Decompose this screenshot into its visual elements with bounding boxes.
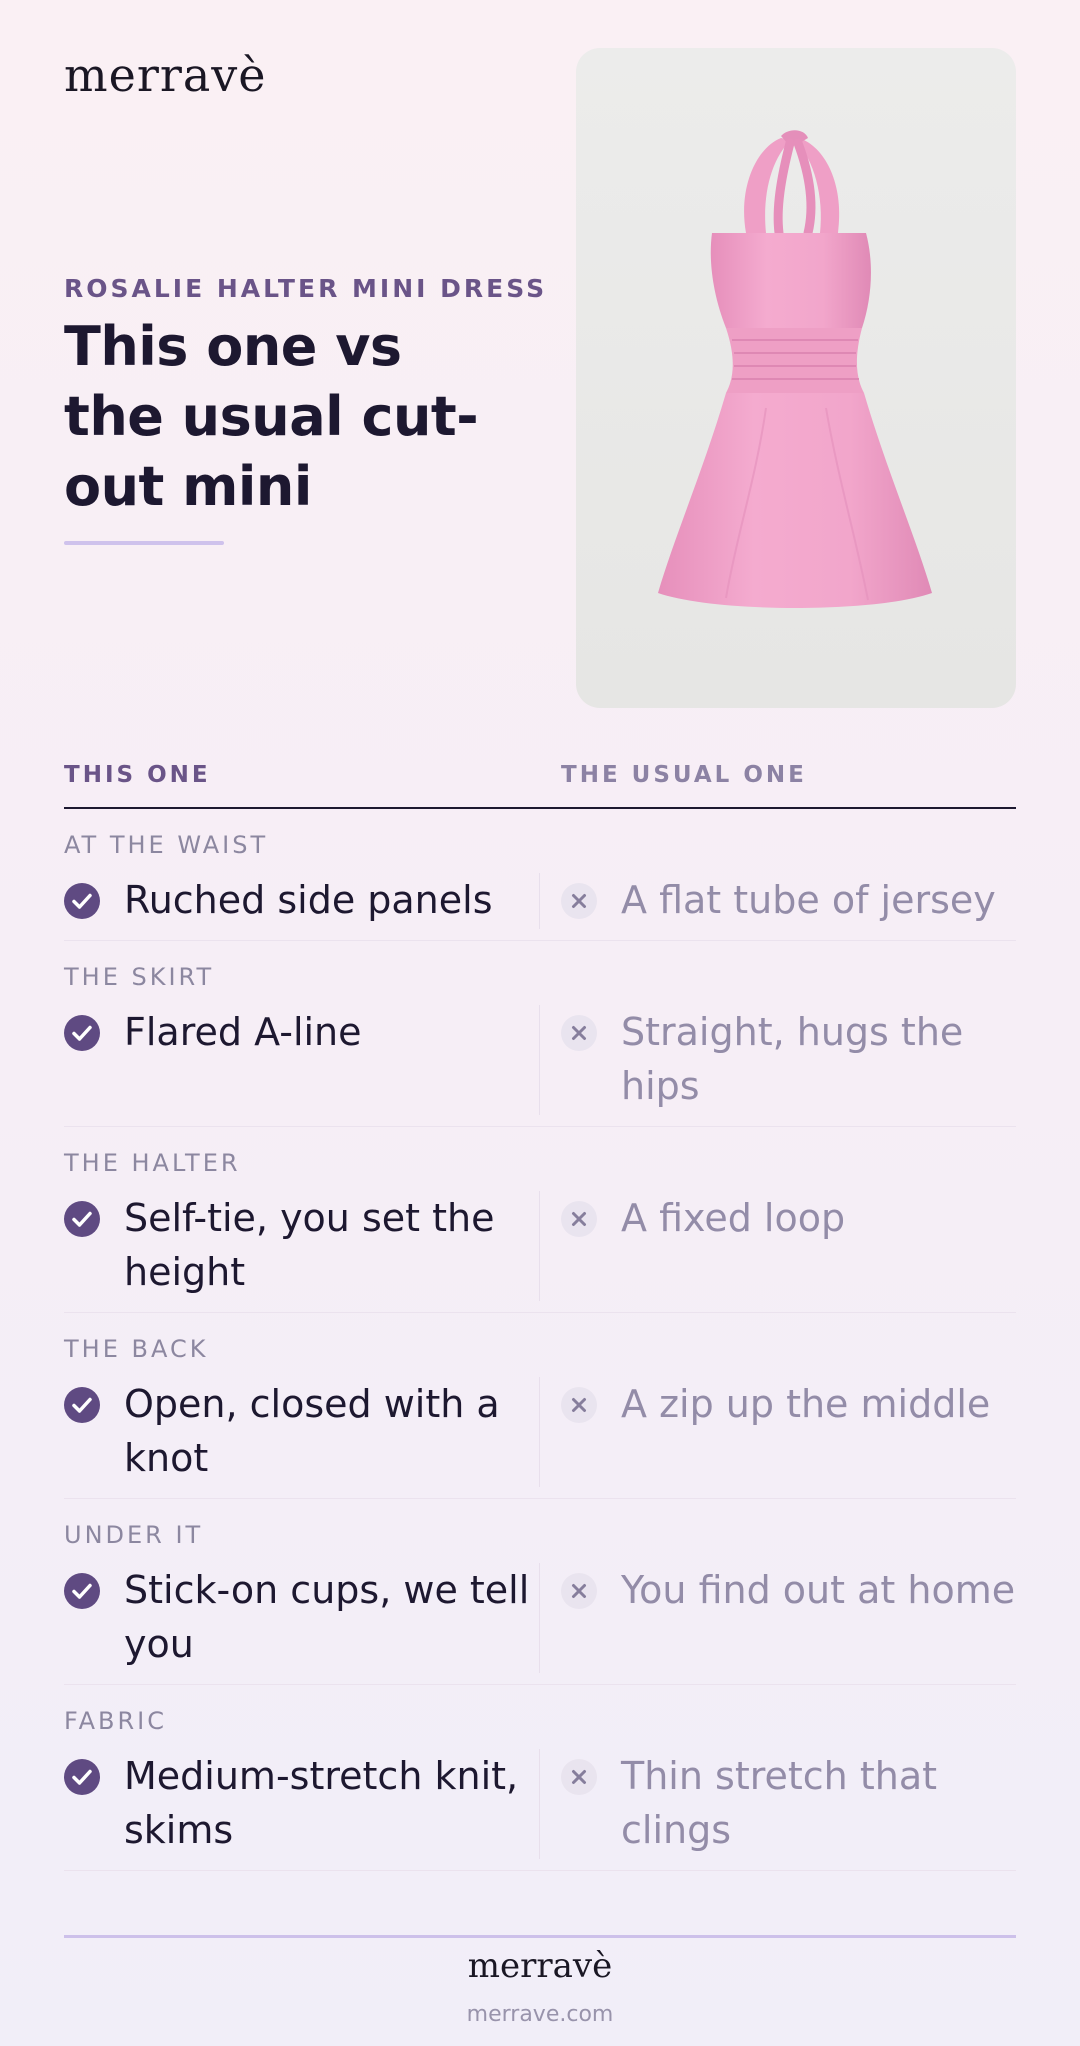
column-header-usual: THE USUAL ONE bbox=[561, 762, 807, 788]
page-title: This one vs the usual cut-out mini bbox=[64, 315, 479, 518]
row-label: UNDER IT bbox=[64, 1521, 204, 1549]
row-label: THE SKIRT bbox=[64, 963, 215, 991]
usual-one-text: A zip up the middle bbox=[621, 1382, 991, 1426]
check-circle-icon bbox=[64, 1015, 100, 1051]
column-divider bbox=[539, 1005, 540, 1115]
table-row: THE HALTER Self-tie, you set the height … bbox=[64, 1127, 1016, 1313]
comparison-table: AT THE WAIST Ruched side panels A flat t… bbox=[64, 809, 1016, 1871]
column-divider bbox=[539, 1749, 540, 1859]
check-circle-icon bbox=[64, 1759, 100, 1795]
this-one-text: Stick-on cups, we tell you bbox=[124, 1568, 530, 1666]
table-row: FABRIC Medium-stretch knit, skims Thin s… bbox=[64, 1685, 1016, 1871]
usual-one-text: Straight, hugs the hips bbox=[621, 1010, 964, 1108]
this-one-text: Flared A-line bbox=[124, 1010, 362, 1054]
footer-logo: merravè bbox=[467, 1946, 613, 1986]
check-circle-icon bbox=[64, 1201, 100, 1237]
x-circle-icon bbox=[561, 883, 597, 919]
table-row: UNDER IT Stick-on cups, we tell you You … bbox=[64, 1499, 1016, 1685]
this-one-text: Ruched side panels bbox=[124, 878, 493, 922]
this-one-text: Medium-stretch knit, skims bbox=[124, 1754, 519, 1852]
x-circle-icon bbox=[561, 1387, 597, 1423]
this-one-text: Open, closed with a knot bbox=[124, 1382, 500, 1480]
this-one-text: Self-tie, you set the height bbox=[124, 1196, 495, 1294]
brand-logo: merravè bbox=[64, 48, 267, 102]
column-divider bbox=[539, 1191, 540, 1301]
column-divider bbox=[539, 873, 540, 929]
product-photo bbox=[576, 48, 1016, 708]
table-row: THE BACK Open, closed with a knot A zip … bbox=[64, 1313, 1016, 1499]
check-circle-icon bbox=[64, 1573, 100, 1609]
footer-rule bbox=[64, 1935, 1016, 1938]
x-circle-icon bbox=[561, 1015, 597, 1051]
check-circle-icon bbox=[64, 1387, 100, 1423]
usual-one-text: A fixed loop bbox=[621, 1196, 846, 1240]
usual-one-text: You find out at home bbox=[621, 1568, 1016, 1612]
dress-illustration bbox=[658, 130, 932, 608]
row-label: THE HALTER bbox=[64, 1149, 241, 1177]
column-header-this: THIS ONE bbox=[64, 762, 211, 788]
column-divider bbox=[539, 1377, 540, 1487]
row-label: THE BACK bbox=[64, 1335, 209, 1363]
footer-website-link[interactable]: merrave.com bbox=[0, 2002, 1080, 2027]
table-row: THE SKIRT Flared A-line Straight, hugs t… bbox=[64, 941, 1016, 1127]
x-circle-icon bbox=[561, 1573, 597, 1609]
usual-one-text: A flat tube of jersey bbox=[621, 878, 996, 922]
row-label: FABRIC bbox=[64, 1707, 167, 1735]
usual-one-text: Thin stretch that clings bbox=[621, 1754, 938, 1852]
x-circle-icon bbox=[561, 1759, 597, 1795]
row-label: AT THE WAIST bbox=[64, 831, 269, 859]
check-circle-icon bbox=[64, 883, 100, 919]
headline-underline bbox=[64, 541, 224, 545]
table-row: AT THE WAIST Ruched side panels A flat t… bbox=[64, 809, 1016, 941]
column-divider bbox=[539, 1563, 540, 1673]
x-circle-icon bbox=[561, 1201, 597, 1237]
product-name: ROSALIE HALTER MINI DRESS bbox=[64, 274, 548, 303]
